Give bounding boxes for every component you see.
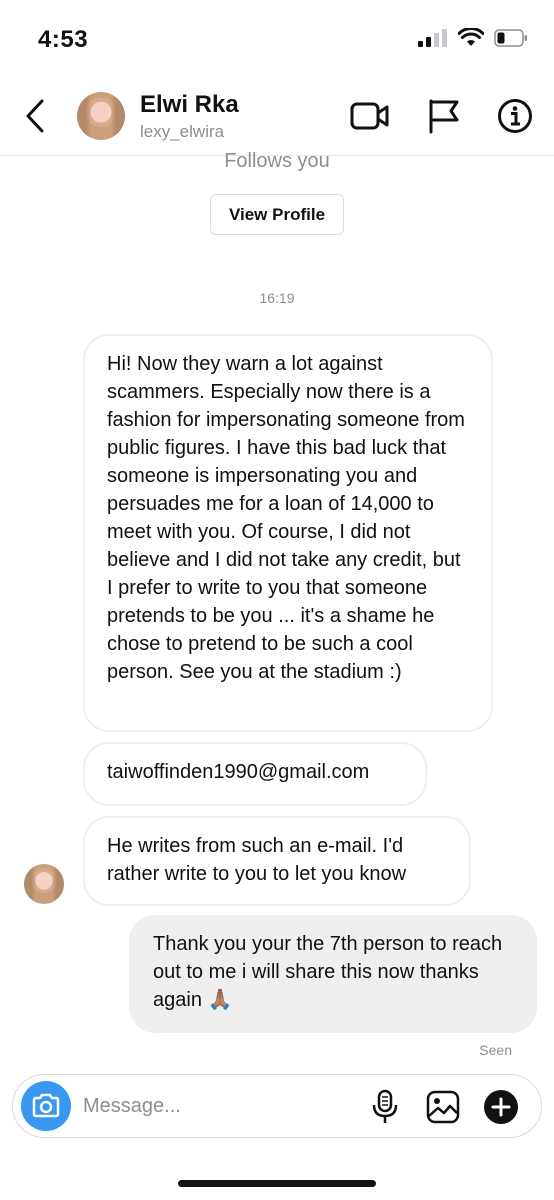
message-text: Hi! Now they warn a lot against scammers… <box>107 353 465 683</box>
add-button[interactable] <box>481 1087 521 1127</box>
video-call-button[interactable] <box>350 96 390 136</box>
message-bubble-incoming[interactable]: taiwoffinden1990@gmail.com <box>83 742 427 806</box>
contact-handle[interactable]: lexy_elwira <box>140 122 224 142</box>
flag-icon <box>429 99 459 134</box>
conversation-header: Elwi Rka lexy_elwira <box>0 80 554 156</box>
voice-message-button[interactable] <box>365 1087 405 1127</box>
contact-name[interactable]: Elwi Rka <box>140 91 239 119</box>
video-camera-icon <box>350 102 389 130</box>
camera-button[interactable] <box>21 1081 71 1131</box>
status-icons <box>418 28 528 48</box>
wifi-icon <box>458 28 484 46</box>
back-button[interactable] <box>20 96 50 136</box>
report-button[interactable] <box>424 96 464 136</box>
message-bubble-incoming[interactable]: He writes from such an e-mail. I'd rathe… <box>83 816 471 906</box>
gallery-button[interactable] <box>423 1087 463 1127</box>
image-icon <box>426 1090 460 1124</box>
message-input[interactable] <box>83 1087 353 1125</box>
microphone-icon <box>372 1089 398 1123</box>
sender-avatar[interactable] <box>24 864 64 904</box>
info-icon <box>498 99 532 133</box>
message-composer <box>12 1074 542 1138</box>
plus-circle-icon <box>484 1090 518 1124</box>
status-time: 4:53 <box>38 26 89 53</box>
view-profile-button[interactable]: View Profile <box>210 194 344 235</box>
chevron-left-icon <box>26 99 44 133</box>
message-text: taiwoffinden1990@gmail.com <box>107 761 370 783</box>
message-timestamp: 16:19 <box>259 290 295 306</box>
home-indicator <box>178 1180 376 1187</box>
info-button[interactable] <box>495 96 535 136</box>
message-bubble-outgoing[interactable]: Thank you your the 7th person to reach o… <box>129 915 537 1033</box>
message-text: Thank you your the 7th person to reach o… <box>153 933 503 1011</box>
message-text: He writes from such an e-mail. I'd rathe… <box>107 835 407 885</box>
cellular-signal-icon <box>418 29 447 47</box>
camera-icon <box>32 1093 60 1118</box>
message-bubble-incoming[interactable]: Hi! Now they warn a lot against scammers… <box>83 334 493 732</box>
follows-you-label: Follows you <box>224 150 330 172</box>
avatar[interactable] <box>77 92 125 140</box>
battery-icon <box>494 29 527 47</box>
status-bar: 4:53 <box>0 0 554 80</box>
seen-receipt: Seen <box>479 1042 512 1058</box>
